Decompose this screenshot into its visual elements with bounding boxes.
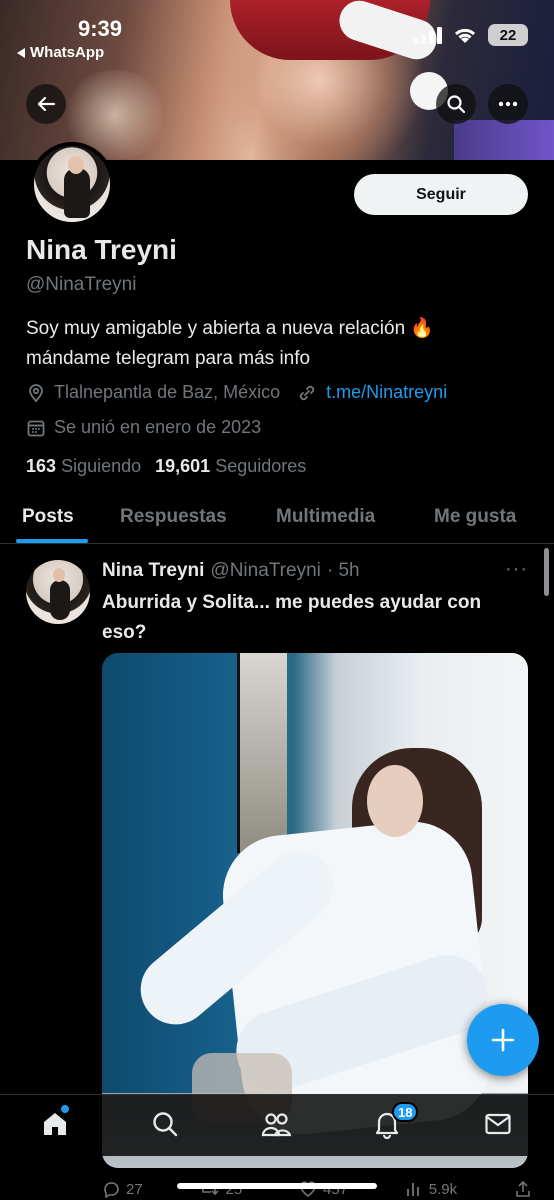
post-author-name[interactable]: Nina Treyni	[102, 560, 204, 582]
home-new-dot	[61, 1105, 69, 1113]
link-icon	[299, 385, 315, 400]
people-icon	[261, 1113, 291, 1137]
battery-indicator: 22	[488, 24, 528, 46]
back-button[interactable]	[26, 84, 66, 124]
profile-avatar[interactable]	[30, 142, 114, 226]
share-icon	[516, 1180, 530, 1197]
tab-media[interactable]: Multimedia	[276, 506, 375, 528]
views-action[interactable]: 5.9k	[405, 1180, 457, 1198]
share-action[interactable]	[514, 1180, 532, 1198]
mail-icon	[485, 1113, 511, 1135]
profile-meta-row: Tlalnepantla de Baz, México t.me/Ninatre…	[26, 382, 447, 403]
notifications-badge: 18	[392, 1102, 419, 1122]
profile-location: Tlalnepantla de Baz, México	[54, 382, 281, 402]
post-author-handle[interactable]: @NinaTreyni	[210, 560, 320, 582]
search-icon	[153, 1112, 178, 1137]
avatar-face	[68, 156, 84, 174]
tab-posts[interactable]: Posts	[22, 506, 74, 528]
cellular-signal-icon	[413, 26, 442, 44]
search-icon	[447, 95, 466, 114]
post-photo[interactable]	[102, 653, 528, 1168]
bio-line-1: Soy muy amigable y abierta a nueva relac…	[26, 318, 435, 339]
profile-handle: @NinaTreyni	[26, 274, 137, 295]
post-text: Aburrida y Solita... me puedes ayudar co…	[102, 592, 482, 643]
follow-button[interactable]: Seguir	[354, 174, 528, 215]
followers-stat[interactable]: 19,601 Seguidores	[155, 456, 306, 477]
profile-bio: Soy muy amigable y abierta a nueva relac…	[26, 314, 536, 374]
nav-search[interactable]	[150, 1109, 180, 1139]
home-indicator[interactable]	[177, 1183, 377, 1189]
nav-home[interactable]	[40, 1109, 70, 1139]
status-time: 9:39	[78, 16, 123, 41]
profile-name: Nina Treyni	[26, 234, 177, 265]
bottom-navigation: 18	[0, 1094, 554, 1156]
profile-stats: 163 Siguiendo 19,601 Seguidores	[26, 456, 306, 477]
avatar-figure	[64, 168, 90, 218]
tab-likes[interactable]: Me gusta	[434, 506, 516, 528]
following-count: 163	[26, 456, 57, 476]
status-indicators: 22	[413, 24, 528, 46]
back-triangle-icon	[17, 47, 25, 58]
following-stat[interactable]: 163 Siguiendo	[26, 456, 141, 477]
search-button[interactable]	[436, 84, 476, 124]
profile-joined-row: Se unió en enero de 2023	[26, 417, 261, 438]
home-icon	[44, 1113, 66, 1135]
post-time: · 5h	[326, 560, 360, 581]
bio-line-2: mándame telegram para más info	[26, 348, 311, 369]
tab-replies[interactable]: Respuestas	[120, 506, 227, 528]
views-chart-icon	[406, 1183, 419, 1196]
back-to-app-link[interactable]: WhatsApp	[16, 44, 104, 61]
nav-messages[interactable]	[483, 1109, 513, 1139]
reply-icon	[104, 1182, 119, 1198]
compose-post-button[interactable]	[467, 1004, 539, 1076]
post-avatar-figure	[50, 580, 70, 620]
post-avatar-face	[53, 568, 65, 582]
reply-count: 27	[126, 1180, 143, 1198]
profile-tabs: Posts Respuestas Multimedia Me gusta	[0, 496, 554, 544]
reply-action[interactable]: 27	[102, 1180, 143, 1198]
views-count: 5.9k	[428, 1180, 458, 1198]
active-tab-indicator	[16, 539, 88, 543]
arrow-left-icon	[37, 96, 56, 112]
followers-count: 19,601	[155, 456, 211, 476]
followers-label: Seguidores	[215, 456, 307, 476]
banner-background-detail	[454, 120, 554, 160]
plus-icon	[491, 1028, 515, 1052]
location-pin-icon	[29, 383, 43, 402]
nav-communities[interactable]	[261, 1109, 291, 1139]
more-options-button[interactable]	[488, 84, 528, 124]
post-more-button[interactable]: ···	[505, 558, 528, 581]
post-header: Nina Treyni @NinaTreyni · 5h	[102, 560, 360, 582]
profile-joined: Se unió en enero de 2023	[54, 417, 262, 437]
following-label: Siguiendo	[61, 456, 142, 476]
more-horizontal-icon	[498, 101, 518, 107]
wifi-icon	[454, 28, 476, 43]
scrollbar[interactable]	[544, 548, 549, 596]
calendar-icon	[27, 420, 45, 436]
photo-face	[367, 765, 423, 837]
photo-wall-frame	[237, 653, 287, 853]
post-author-avatar[interactable]	[26, 560, 90, 624]
profile-link[interactable]: t.me/Ninatreyni	[326, 382, 447, 403]
back-app-label: WhatsApp	[30, 44, 105, 61]
